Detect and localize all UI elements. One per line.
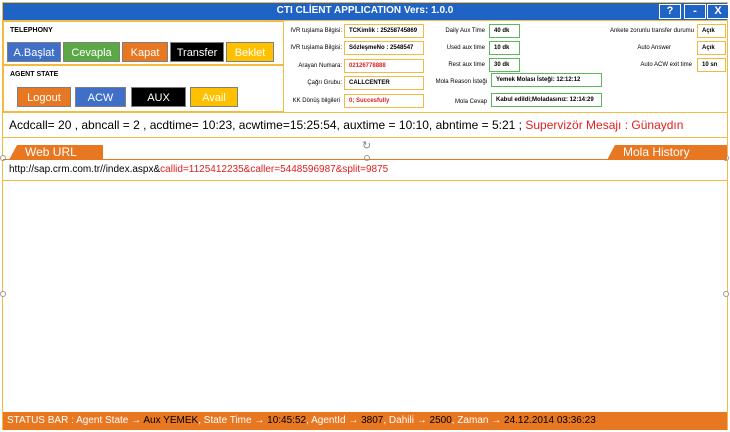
caller-label: Arayan Numara: <box>298 63 342 69</box>
arrow-icon: → <box>491 415 502 426</box>
status-zaman-label: , Zaman <box>451 415 489 426</box>
status-state-time-label: , State Time <box>198 415 252 426</box>
aux-button[interactable]: AUX <box>131 87 186 107</box>
status-bar: STATUS BAR : Agent State → Aux YEMEK, St… <box>3 412 727 430</box>
status-zaman: 24.12.2014 03:36:23 <box>504 415 596 426</box>
agent-state-panel: AGENT STATE Logout ACW AUX Avail <box>3 65 284 112</box>
minimize-button[interactable]: - <box>684 4 706 19</box>
url-params: callid=1125412235&caller=5448596987&spli… <box>160 164 389 175</box>
auto-acw-value: 10 sn <box>697 58 726 72</box>
stats-line: Acdcall= 20 , abncall = 2 , acdtime= 10:… <box>3 112 727 138</box>
kk-value: 0; Succesfully <box>344 94 424 108</box>
supervisor-message: Supervizör Mesajı : Günaydın <box>525 118 684 132</box>
group-value: CALLCENTER <box>344 76 424 90</box>
group-label: Çağrı Grubu: <box>307 80 342 86</box>
ivr2-label: IVR tuşlama Bilgisi: <box>290 45 342 51</box>
mola-reply-label: Mola Cevap <box>454 99 487 105</box>
close-button[interactable]: X <box>707 4 729 19</box>
status-dahili: 2500 <box>429 415 452 426</box>
arrow-icon: → <box>131 415 142 426</box>
survey-transfer-value: Açık <box>697 24 726 38</box>
tab-divider <box>3 159 727 160</box>
resize-handle[interactable] <box>0 155 6 161</box>
url-base: http://sap.crm.com.tr//index.aspx& <box>9 164 161 175</box>
status-agent-state: Aux YEMEK <box>143 415 199 426</box>
rotate-handle-icon[interactable]: ↻ <box>362 139 371 152</box>
status-agent-id: 3807 <box>361 415 384 426</box>
tab-web-url[interactable]: Web URL <box>9 145 103 160</box>
arrow-icon: → <box>254 415 265 426</box>
tab-mola-history[interactable]: Mola History <box>607 145 727 160</box>
app-title: CTI CLİENT APPLICATION Vers: 1.0.0 <box>276 5 454 16</box>
telephony-panel: TELEPHONY A.Başlat Cevapla Kapat Transfe… <box>3 21 284 65</box>
start-call-button[interactable]: A.Başlat <box>7 42 61 62</box>
answer-button[interactable]: Cevapla <box>63 42 120 62</box>
web-url-link[interactable]: http://sap.crm.com.tr//index.aspx&callid… <box>9 164 388 175</box>
daily-aux-value: 40 dk <box>489 24 520 38</box>
arrow-icon: → <box>416 415 427 426</box>
stats-text: Acdcall= 20 , abncall = 2 , acdtime= 10:… <box>9 118 522 132</box>
mola-reason-label: Mola Reason İsteği <box>435 79 487 85</box>
resize-handle[interactable] <box>364 155 370 161</box>
logout-button[interactable]: Logout <box>17 87 71 107</box>
web-content-area[interactable] <box>3 180 727 412</box>
survey-transfer-label: Ankete zorunlu transfer durumu <box>609 28 694 34</box>
acw-button[interactable]: ACW <box>75 87 126 107</box>
agent-state-label: AGENT STATE <box>10 71 59 78</box>
arrow-icon: → <box>348 415 359 426</box>
telephony-label: TELEPHONY <box>10 27 53 34</box>
ivr2-value: SözleşmeNo : 2548547 <box>344 41 424 55</box>
used-aux-label: Used aux time <box>446 45 485 51</box>
rest-aux-label: Rest aux time <box>448 62 485 68</box>
app-window: CTI CLİENT APPLICATION Vers: 1.0.0 ? - X… <box>0 2 729 430</box>
help-button[interactable]: ? <box>659 4 681 19</box>
hold-button[interactable]: Beklet <box>226 42 274 62</box>
rest-aux-value: 30 dk <box>489 58 520 72</box>
status-state-time: 10:45:52 <box>267 415 307 426</box>
avail-button[interactable]: Avail <box>190 87 238 107</box>
hangup-button[interactable]: Kapat <box>122 42 168 62</box>
title-bar: CTI CLİENT APPLICATION Vers: 1.0.0 ? - X <box>3 3 729 21</box>
status-prefix: STATUS BAR : Agent State <box>7 415 129 426</box>
auto-answer-label: Auto Answer <box>637 45 671 51</box>
auto-acw-label: Auto ACW exit time <box>640 62 692 68</box>
kk-label: KK Dönüş bilgileri <box>292 98 340 104</box>
transfer-button[interactable]: Transfer <box>170 42 224 62</box>
auto-answer-value: Açık <box>697 41 726 55</box>
daily-aux-label: Daily Aux Time <box>445 28 485 34</box>
ivr1-value: TCKimlik : 25258745869 <box>344 24 424 38</box>
mola-reply-value: Kabul edildi;Moladasınız: 12:14:29 <box>491 93 602 107</box>
mola-reason-value: Yemek Molası İsteği: 12:12:12 <box>491 73 602 87</box>
status-agent-id-label: , AgentId <box>306 415 346 426</box>
status-dahili-label: , Dahili <box>383 415 414 426</box>
used-aux-value: 10 dk <box>489 41 520 55</box>
caller-value: 02126778888 <box>344 59 424 73</box>
ivr1-label: IVR tuşlama Bilgisi: <box>290 28 342 34</box>
